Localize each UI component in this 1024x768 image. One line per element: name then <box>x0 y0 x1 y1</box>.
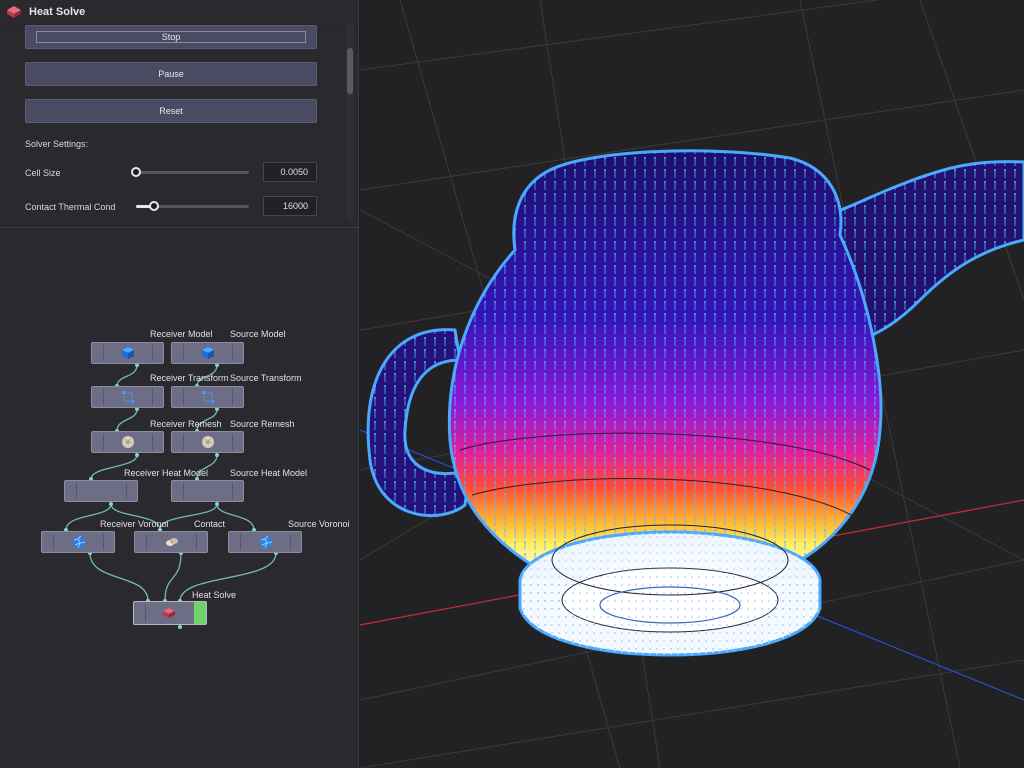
teapot-base-ring <box>518 524 822 657</box>
node-active-tab <box>194 602 206 624</box>
cube-icon <box>202 347 214 359</box>
transform-icon <box>202 391 214 403</box>
cell-size-slider-handle[interactable] <box>131 167 141 177</box>
stop-button[interactable]: Stop <box>25 25 317 49</box>
panel-title: Heat Solve <box>29 6 86 18</box>
reset-button-label: Reset <box>159 106 183 116</box>
node-source-remesh[interactable] <box>171 431 244 453</box>
node-label-source-heat-model: Source Heat Model <box>230 468 308 478</box>
node-receiver-model[interactable] <box>91 342 164 364</box>
viewport-scene <box>360 0 1024 768</box>
connection-receiver-transform-remesh <box>116 408 138 432</box>
node-label-heat-solve: Heat Solve <box>192 590 237 600</box>
node-label-receiver-remesh: Receiver Remesh <box>150 419 222 429</box>
node-contact[interactable] <box>134 531 208 553</box>
properties-scrollbar-thumb[interactable] <box>347 48 353 94</box>
node-label-source-model: Source Model <box>230 329 286 339</box>
node-receiver-transform[interactable] <box>91 386 164 408</box>
node-label-contact: Contact <box>194 519 226 529</box>
stop-button-label: Stop <box>161 32 181 42</box>
pause-button[interactable]: Pause <box>25 62 317 86</box>
heat-solve-icon <box>163 608 175 618</box>
transform-icon <box>122 391 134 403</box>
node-source-model[interactable] <box>171 342 244 364</box>
teapot-body <box>447 149 883 572</box>
properties-panel: Stop Pause Reset Solver Settings: Cell S… <box>0 25 358 225</box>
node-label-receiver-voronoi: Receiver Voronoi <box>100 519 169 529</box>
node-heat-solve[interactable] <box>133 601 207 625</box>
node-label-receiver-heat-model: Receiver Heat Model <box>124 468 209 478</box>
contact-thermal-cond-input[interactable]: 16000 <box>263 196 317 216</box>
left-panel: Heat Solve Stop Pause Reset Solver Setti… <box>0 0 359 768</box>
node-label-source-voronoi: Source Voronoi <box>288 519 350 529</box>
node-label-source-remesh: Source Remesh <box>230 419 295 429</box>
node-label-source-transform: Source Transform <box>230 373 302 383</box>
node-source-voronoi[interactable] <box>228 531 302 553</box>
node-receiver-voronoi[interactable] <box>41 531 115 553</box>
cell-size-slider-track[interactable] <box>136 171 249 174</box>
connection-receiver-model-transform <box>116 364 138 387</box>
cell-size-label: Cell Size <box>25 168 61 178</box>
node-source-heat-model[interactable] <box>171 480 244 502</box>
reset-button[interactable]: Reset <box>25 99 317 123</box>
connection-receiver-voronoi-heatsolve <box>89 552 149 602</box>
voronoi-icon <box>260 535 273 549</box>
connection-contact-heatsolve <box>164 552 182 602</box>
node-label-receiver-model: Receiver Model <box>150 329 213 339</box>
heat-solve-logo-icon <box>7 6 21 18</box>
cell-size-input[interactable]: 0.0050 <box>263 162 317 182</box>
cube-icon <box>122 347 134 359</box>
panel-titlebar: Heat Solve <box>0 0 358 25</box>
contact-thermal-cond-slider-handle[interactable] <box>149 201 159 211</box>
voronoi-icon <box>73 535 86 549</box>
remesh-icon <box>202 436 214 448</box>
pause-button-label: Pause <box>158 69 184 79</box>
node-receiver-remesh[interactable] <box>91 431 164 453</box>
node-source-transform[interactable] <box>171 386 244 408</box>
contact-icon <box>166 538 178 546</box>
remesh-icon <box>122 436 134 448</box>
node-receiver-heat-model[interactable] <box>64 480 138 502</box>
3d-viewport[interactable] <box>360 0 1024 768</box>
solver-settings-heading: Solver Settings: <box>25 139 89 149</box>
node-graph[interactable]: Receiver Model Source Model Receiver Tra… <box>0 228 358 768</box>
node-label-receiver-transform: Receiver Transform <box>150 373 229 383</box>
contact-thermal-cond-label: Contact Thermal Cond <box>25 202 116 212</box>
